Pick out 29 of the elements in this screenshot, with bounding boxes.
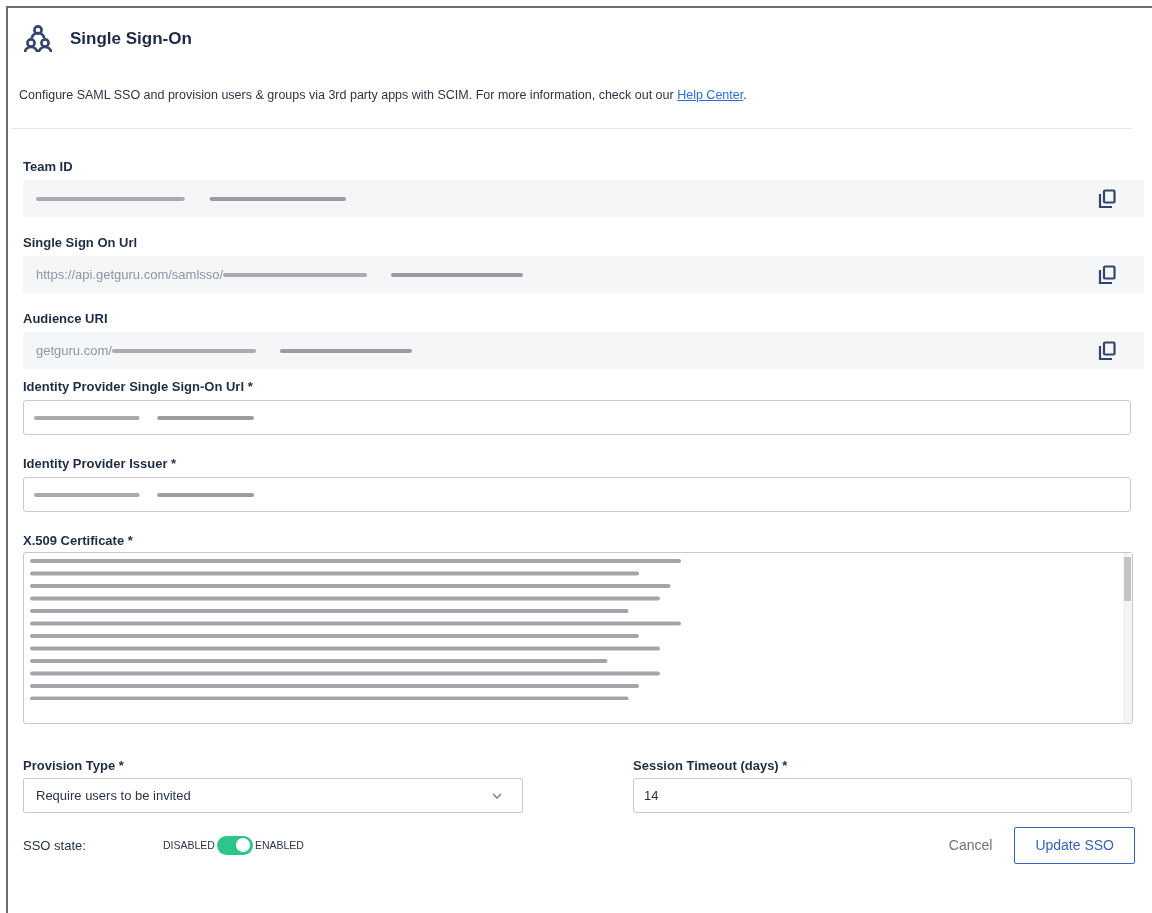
certificate-field[interactable] [23, 552, 1133, 724]
field-label: X.509 Certificate * [23, 533, 134, 548]
page-title: Single Sign-On [70, 29, 192, 49]
description-text: Configure SAML SSO and provision users & groups via 3rd party apps with SCIM. For more information, check out our Help Center. [19, 88, 748, 102]
sso-state-label: SSO state: [23, 837, 87, 853]
scrollbar[interactable] [1123, 553, 1132, 723]
copy-icon[interactable] [1098, 264, 1116, 285]
field-value: https://api.getguru.com/samlsso/ [36, 267, 224, 282]
field-label: Identity Provider Issuer * [23, 456, 178, 471]
update-sso-button[interactable]: Update SSO [1014, 826, 1135, 864]
input-field[interactable] [23, 400, 1131, 435]
session-timeout-field[interactable]: 14 [633, 778, 1132, 813]
disabled-label: DISABLED [163, 839, 215, 851]
field-label: Identity Provider Single Sign-On Url * [23, 379, 254, 394]
provision-type-dropdown[interactable]: Require users to be invited [23, 778, 523, 813]
users-group-icon [24, 24, 52, 54]
chevron-down-icon [492, 792, 502, 799]
field-label: Team ID [23, 159, 74, 174]
enabled-label: ENABLED [254, 839, 304, 851]
field-label: Provision Type * [23, 758, 125, 773]
input-field[interactable] [23, 477, 1131, 512]
field-label: Single Sign On Url [23, 235, 139, 250]
field-value: getguru.com/ [36, 343, 112, 358]
help-center-link[interactable]: Help Center [677, 88, 744, 102]
copy-icon[interactable] [1098, 188, 1116, 209]
field-label: Session Timeout (days) * [633, 758, 789, 773]
copy-icon[interactable] [1098, 340, 1116, 361]
field-label: Audience URI [23, 311, 109, 326]
sso-toggle[interactable] [216, 835, 253, 855]
